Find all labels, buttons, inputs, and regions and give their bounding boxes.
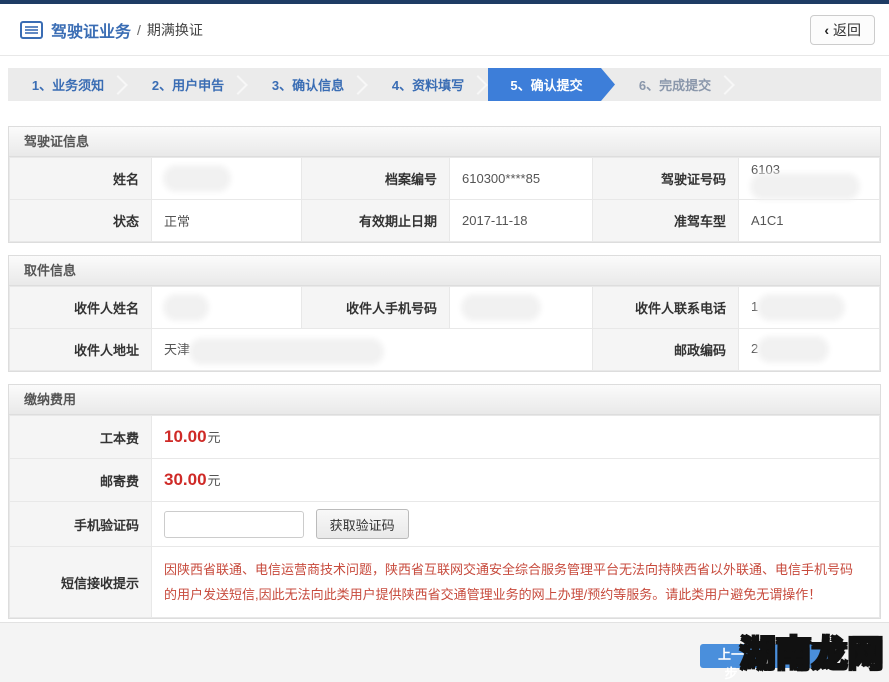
breadcrumb-separator: / [137,22,141,38]
field-label: 驾驶证号码 [593,158,739,200]
table-row: 手机验证码 获取验证码 [10,502,880,547]
captcha-input[interactable] [164,511,304,538]
field-label: 邮政编码 [593,329,739,371]
field-value: 天津 [152,329,593,371]
field-label: 档案编号 [302,158,450,200]
field-value [152,287,302,329]
production-fee-value: 10.00元 [152,416,880,459]
step-4-fill-data: 4、资料填写 [368,68,488,101]
field-value: 2017-11-18 [450,200,593,242]
step-1-business-notice: 1、业务须知 [8,68,128,101]
table-row: 收件人姓名 收件人手机号码 收件人联系电话 1 [10,287,880,329]
fee-unit: 元 [208,430,221,445]
fee-amount: 30.00 [164,470,207,489]
license-list-icon [20,21,43,39]
page-title: 驾驶证业务 [51,18,131,42]
fees-section: 缴纳费用 工本费 10.00元 邮寄费 30.00元 手机验证码 获取验证码 短… [8,384,881,619]
field-value: 6103 [739,158,880,200]
field-label: 收件人姓名 [10,287,152,329]
mailing-fee-value: 30.00元 [152,459,880,502]
step-6-complete-submit: 6、完成提交 [615,68,735,101]
field-label: 准驾车型 [593,200,739,242]
masked-value [194,343,379,360]
fees-table: 工本费 10.00元 邮寄费 30.00元 手机验证码 获取验证码 短信接收提示… [9,415,880,618]
masked-value [168,170,226,187]
masked-value [762,341,824,358]
table-row: 收件人地址 天津 邮政编码 2 [10,329,880,371]
fee-unit: 元 [208,473,221,488]
wizard-steps: 1、业务须知 2、用户申告 3、确认信息 4、资料填写 5、确认提交 6、完成提… [8,68,881,101]
field-value [450,287,593,329]
back-button-label: 返回 [833,20,861,40]
field-label: 姓名 [10,158,152,200]
field-value: 2 [739,329,880,371]
masked-value [168,299,204,316]
watermark: 湖南龙网 [740,626,884,677]
pickup-section-title: 取件信息 [9,256,880,286]
page-header: 驾驶证业务 / 期满换证 ‹ 返回 [0,4,889,56]
sms-notice-text: 因陕西省联通、电信运营商技术问题，陕西省互联网交通安全综合服务管理平台无法向持陕… [152,547,879,617]
back-button[interactable]: ‹ 返回 [810,15,875,45]
field-label: 邮寄费 [10,459,152,502]
masked-value [755,178,855,195]
sms-notice-cell: 因陕西省联通、电信运营商技术问题，陕西省互联网交通安全综合服务管理平台无法向持陕… [152,547,880,618]
table-row: 状态 正常 有效期止日期 2017-11-18 准驾车型 A1C1 [10,200,880,242]
step-2-user-declaration: 2、用户申告 [128,68,248,101]
field-label: 状态 [10,200,152,242]
license-info-table: 姓名 档案编号 610300****85 驾驶证号码 6103 状态 正常 有效… [9,157,880,242]
license-section-title: 驾驶证信息 [9,127,880,157]
fee-amount: 10.00 [164,427,207,446]
field-value: 610300****85 [450,158,593,200]
pickup-info-table: 收件人姓名 收件人手机号码 收件人联系电话 1 收件人地址 天津 邮政编码 2 [9,286,880,371]
field-label: 有效期止日期 [302,200,450,242]
field-label: 工本费 [10,416,152,459]
license-info-section: 驾驶证信息 姓名 档案编号 610300****85 驾驶证号码 6103 状态… [8,126,881,243]
field-value: 正常 [152,200,302,242]
field-label: 短信接收提示 [10,547,152,618]
pickup-info-section: 取件信息 收件人姓名 收件人手机号码 收件人联系电话 1 收件人地址 天津 邮政… [8,255,881,372]
watermark-part2: 龙网 [812,635,884,674]
fees-section-title: 缴纳费用 [9,385,880,415]
breadcrumb-current: 期满换证 [147,20,203,40]
chevron-left-icon: ‹ [824,22,829,38]
field-label: 收件人联系电话 [593,287,739,329]
captcha-cell: 获取验证码 [152,502,880,547]
masked-value [762,299,840,316]
field-value: A1C1 [739,200,880,242]
step-3-confirm-info: 3、确认信息 [248,68,368,101]
table-row: 工本费 10.00元 [10,416,880,459]
field-value [152,158,302,200]
table-row: 姓名 档案编号 610300****85 驾驶证号码 6103 [10,158,880,200]
step-5-confirm-submit: 5、确认提交 [488,68,615,101]
table-row: 邮寄费 30.00元 [10,459,880,502]
table-row: 短信接收提示 因陕西省联通、电信运营商技术问题，陕西省互联网交通安全综合服务管理… [10,547,880,618]
field-label: 收件人手机号码 [302,287,450,329]
field-label: 手机验证码 [10,502,152,547]
watermark-part1: 湖南 [740,635,812,674]
field-label: 收件人地址 [10,329,152,371]
get-captcha-button[interactable]: 获取验证码 [316,509,409,539]
footer-bar: 上一步 湖南龙网 [0,622,889,682]
field-value: 1 [739,287,880,329]
masked-value [466,299,536,316]
